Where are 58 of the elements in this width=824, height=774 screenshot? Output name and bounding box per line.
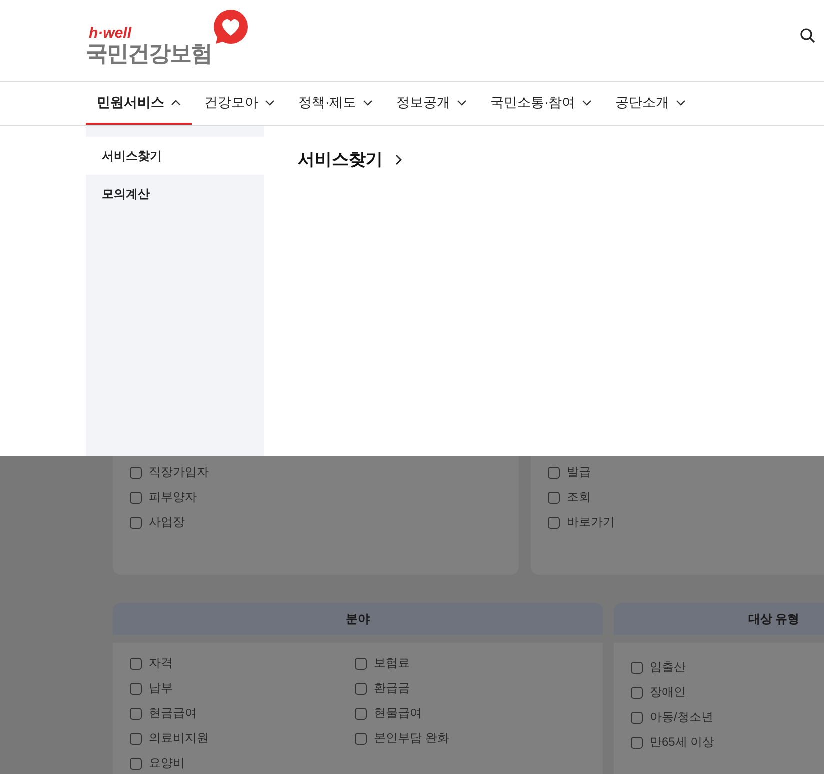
filter-header: 대상 유형 bbox=[614, 603, 824, 635]
nav-menu-item[interactable]: 정보공개 bbox=[386, 82, 478, 125]
checkbox[interactable] bbox=[130, 708, 142, 720]
caret-down-icon bbox=[676, 100, 686, 106]
checkbox[interactable] bbox=[355, 732, 367, 744]
checkbox[interactable] bbox=[355, 708, 367, 720]
checkbox[interactable] bbox=[130, 758, 142, 770]
checkbox[interactable] bbox=[130, 732, 142, 744]
checkbox-label: 환급금 bbox=[374, 680, 410, 697]
checkbox[interactable] bbox=[130, 466, 142, 478]
chevron-right-icon bbox=[395, 154, 403, 166]
caret-down-icon bbox=[582, 100, 592, 106]
logo-name[interactable]: 국민건강보험 bbox=[86, 41, 212, 67]
submenu-heading-link[interactable]: 서비스찾기 bbox=[298, 148, 403, 171]
checkbox-label: 아동/청소년 bbox=[650, 709, 714, 726]
checkbox[interactable] bbox=[548, 516, 560, 528]
checkbox-label: 현물급여 bbox=[374, 705, 422, 722]
caret-down-icon bbox=[456, 100, 466, 106]
caret-down-icon bbox=[264, 100, 274, 106]
checkbox-label: 피부양자 bbox=[149, 489, 197, 506]
checkbox-label: 직장가입자 bbox=[149, 464, 209, 481]
checkbox-label: 임출산 bbox=[650, 659, 686, 676]
checkbox[interactable] bbox=[355, 658, 367, 670]
checkbox-label: 현금급여 bbox=[149, 705, 197, 722]
checkbox-label: 요양비 bbox=[149, 755, 185, 772]
checkbox-label: 보험료 bbox=[374, 655, 410, 672]
checkbox-label: 의료비지원 bbox=[149, 730, 209, 747]
caret-down-icon bbox=[362, 100, 372, 106]
submenu-item[interactable]: 서비스찾기 bbox=[86, 137, 264, 175]
filter-header: 분야 bbox=[113, 603, 603, 635]
checkbox-label: 사업장 bbox=[149, 514, 185, 531]
nav-menu-item[interactable]: 정책·제도 bbox=[288, 82, 384, 125]
checkbox[interactable] bbox=[631, 686, 643, 698]
search-icon[interactable] bbox=[800, 28, 816, 44]
checkbox-label: 본인부담 완화 bbox=[374, 730, 450, 747]
nav-menu-item[interactable]: 국민소통·참여 bbox=[480, 82, 602, 125]
checkbox[interactable] bbox=[631, 662, 643, 674]
checkbox[interactable] bbox=[130, 658, 142, 670]
nav-menu-item[interactable]: 공단소개 bbox=[604, 82, 696, 125]
checkbox-label: 납부 bbox=[149, 680, 173, 697]
submenu-item[interactable]: 모의계산 bbox=[86, 175, 264, 213]
checkbox-label: 만65세 이상 bbox=[650, 734, 715, 751]
checkbox[interactable] bbox=[548, 466, 560, 478]
checkbox-label: 발급 bbox=[567, 464, 591, 481]
checkbox-label: 자격 bbox=[149, 655, 173, 672]
checkbox-label: 조회 bbox=[567, 489, 591, 506]
checkbox[interactable] bbox=[631, 736, 643, 748]
checkbox[interactable] bbox=[548, 492, 560, 504]
checkbox[interactable] bbox=[631, 712, 643, 724]
caret-up-icon bbox=[170, 100, 180, 106]
checkbox-label: 바로가기 bbox=[567, 514, 615, 531]
checkbox-label: 장애인 bbox=[650, 684, 686, 701]
checkbox[interactable] bbox=[355, 682, 367, 694]
checkbox[interactable] bbox=[130, 492, 142, 504]
checkbox[interactable] bbox=[130, 682, 142, 694]
nav-menu-item[interactable]: 건강모아 bbox=[194, 82, 286, 125]
checkbox[interactable] bbox=[130, 516, 142, 528]
logo-tagline: h·well bbox=[88, 26, 133, 41]
